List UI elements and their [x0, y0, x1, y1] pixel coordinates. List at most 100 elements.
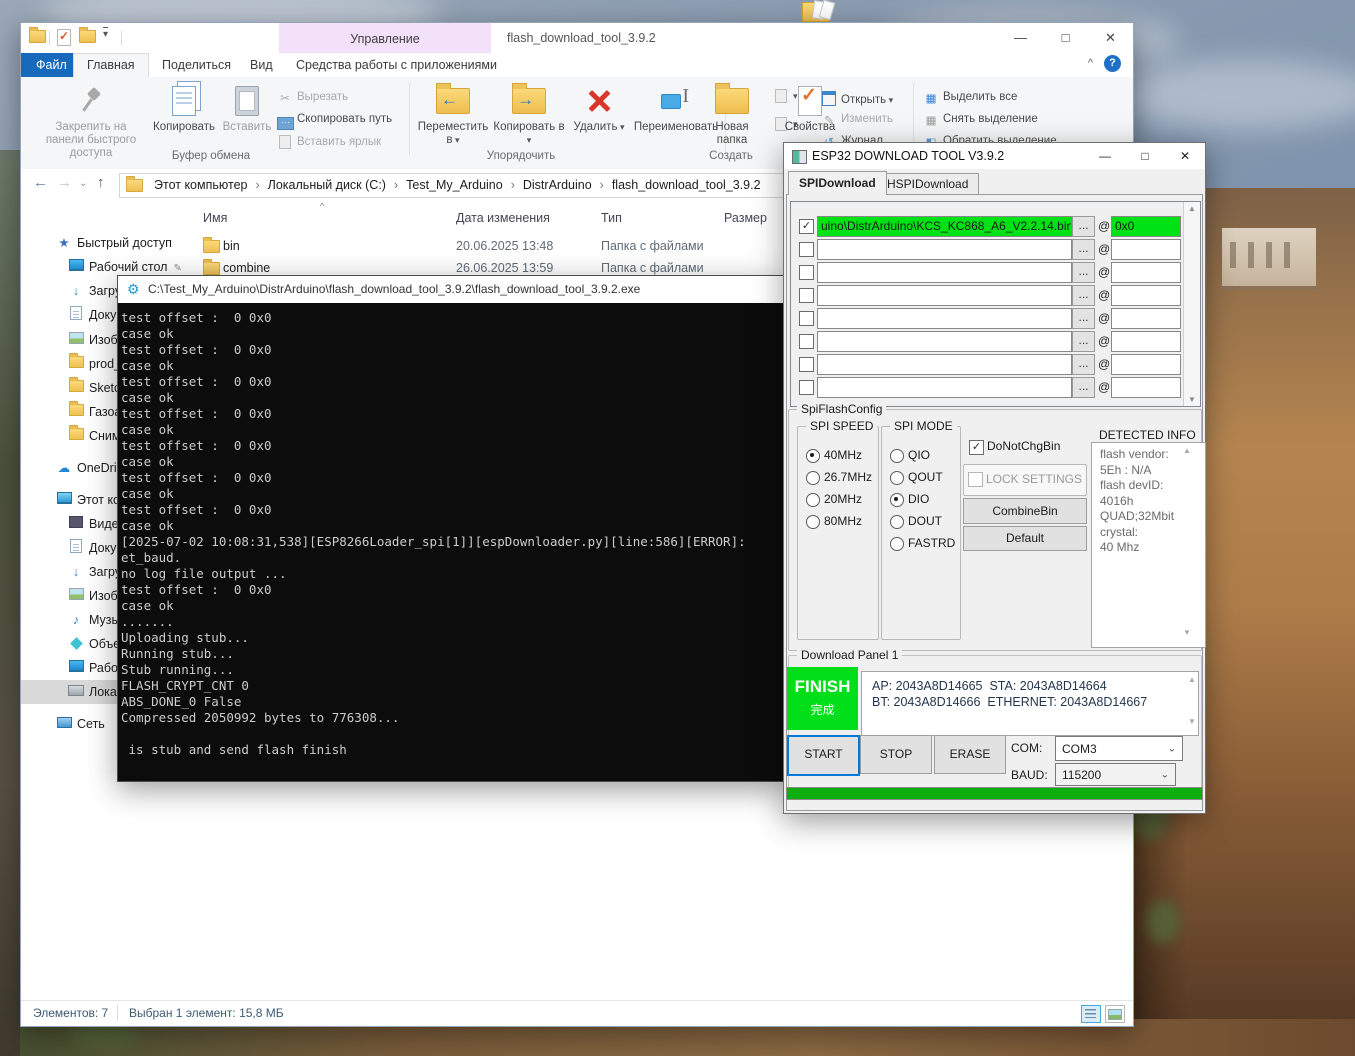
- firmware-path-input[interactable]: [817, 331, 1072, 352]
- browse-button[interactable]: ...: [1072, 262, 1095, 283]
- scroll-up-icon[interactable]: ▲: [1184, 204, 1200, 213]
- offset-input[interactable]: [1111, 308, 1181, 329]
- tab-spidownload[interactable]: SPIDownload: [788, 171, 887, 195]
- scroll-up-icon[interactable]: ▲: [1183, 446, 1191, 455]
- donotchgbin-checkbox[interactable]: ✓: [969, 440, 984, 455]
- radio-dio[interactable]: [890, 493, 904, 507]
- row-checkbox[interactable]: [799, 265, 814, 280]
- browse-button[interactable]: ...: [1072, 285, 1095, 306]
- qat-customize-icon[interactable]: ▾: [103, 27, 108, 42]
- select-none-button[interactable]: ▦Снять выделение: [923, 113, 1038, 127]
- ribbon-collapse-icon[interactable]: ^: [1088, 57, 1093, 69]
- forward-button[interactable]: →: [57, 174, 72, 191]
- firmware-path-input[interactable]: [817, 308, 1072, 329]
- desktop-folder-icon[interactable]: [802, 2, 830, 22]
- com-port-select[interactable]: COM3⌄: [1055, 736, 1183, 761]
- console-output[interactable]: test offset : 0 0x0 case ok test offset …: [118, 303, 786, 781]
- breadcrumb-distrarduino[interactable]: DistrArduino: [519, 178, 608, 192]
- radio-20mhz[interactable]: [806, 493, 820, 507]
- start-button[interactable]: START: [787, 735, 860, 776]
- properties-quick-icon[interactable]: ✓: [57, 29, 71, 49]
- maximize-button[interactable]: □: [1125, 143, 1165, 169]
- select-all-button[interactable]: ▦Выделить все: [923, 91, 1017, 105]
- breadcrumb-local-disk[interactable]: Локальный диск (C:): [264, 178, 402, 192]
- mac-address-box[interactable]: AP: 2043A8D14665 STA: 2043A8D14664 BT: 2…: [861, 671, 1199, 736]
- paste-button[interactable]: Вставить: [219, 83, 275, 134]
- offset-input[interactable]: 0x0: [1111, 216, 1181, 237]
- radio-dout[interactable]: [890, 515, 904, 529]
- browse-button[interactable]: ...: [1072, 239, 1095, 260]
- row-checkbox[interactable]: [799, 357, 814, 372]
- radio-40mhz[interactable]: [806, 449, 820, 463]
- firmware-path-input[interactable]: uino\DistrArduino\KCS_KC868_A6_V2.2.14.b…: [817, 216, 1072, 237]
- scroll-down-icon[interactable]: ▼: [1188, 717, 1196, 726]
- paste-shortcut-button[interactable]: Вставить ярлык: [277, 135, 381, 150]
- minimize-button[interactable]: —: [998, 23, 1043, 53]
- column-header-size[interactable]: Размер: [724, 211, 767, 225]
- close-button[interactable]: ✕: [1165, 143, 1205, 169]
- radio-qout[interactable]: [890, 471, 904, 485]
- stop-button[interactable]: STOP: [860, 735, 932, 774]
- new-folder-quick-icon[interactable]: [79, 30, 96, 46]
- column-header-date[interactable]: Дата изменения: [456, 211, 550, 225]
- esp32-titlebar[interactable]: ESP32 DOWNLOAD TOOL V3.9.2 — □ ✕: [784, 143, 1205, 169]
- offset-input[interactable]: [1111, 354, 1181, 375]
- details-view-button[interactable]: [1081, 1005, 1101, 1023]
- default-button[interactable]: Default: [963, 526, 1087, 551]
- tab-view[interactable]: Вид: [237, 53, 286, 77]
- scroll-up-icon[interactable]: ▲: [1188, 675, 1196, 684]
- cut-button[interactable]: ✂Вырезать: [277, 91, 348, 105]
- scroll-down-icon[interactable]: ▼: [1184, 395, 1200, 404]
- browse-button[interactable]: ...: [1072, 377, 1095, 398]
- back-button[interactable]: ←: [33, 174, 48, 191]
- thumbnail-view-button[interactable]: [1105, 1005, 1125, 1023]
- browse-button[interactable]: ...: [1072, 354, 1095, 375]
- combinebin-button[interactable]: CombineBin: [963, 498, 1087, 524]
- breadcrumb-this-pc[interactable]: Этот компьютер: [150, 178, 264, 192]
- offset-input[interactable]: [1111, 285, 1181, 306]
- firmware-path-input[interactable]: [817, 354, 1072, 375]
- radio-qio[interactable]: [890, 449, 904, 463]
- column-header-name[interactable]: Имя: [203, 211, 227, 225]
- firmware-path-input[interactable]: [817, 262, 1072, 283]
- recent-locations-icon[interactable]: ⌄: [79, 178, 87, 189]
- lock-settings-checkbox[interactable]: [968, 472, 983, 487]
- browse-button[interactable]: ...: [1072, 308, 1095, 329]
- detected-info-box[interactable]: flash vendor: 5Eh : N/A flash devID: 401…: [1091, 442, 1206, 648]
- tab-app-tools[interactable]: Средства работы с приложениями: [283, 53, 510, 77]
- offset-input[interactable]: [1111, 262, 1181, 283]
- move-to-button[interactable]: ← Переместить в: [415, 83, 491, 147]
- offset-input[interactable]: [1111, 377, 1181, 398]
- browse-button[interactable]: ...: [1072, 331, 1095, 352]
- radio-fastrd[interactable]: [890, 537, 904, 551]
- offset-input[interactable]: [1111, 239, 1181, 260]
- firmware-path-input[interactable]: [817, 239, 1072, 260]
- help-icon[interactable]: ?: [1104, 55, 1121, 72]
- row-checkbox[interactable]: [799, 242, 814, 257]
- column-header-type[interactable]: Тип: [601, 211, 622, 225]
- console-titlebar[interactable]: ⚙ C:\Test_My_Arduino\DistrArduino\flash_…: [118, 276, 786, 303]
- row-checkbox[interactable]: ✓: [799, 219, 814, 234]
- firmware-path-input[interactable]: [817, 285, 1072, 306]
- tab-hspidownload[interactable]: HSPIDownload: [876, 173, 979, 194]
- maximize-button[interactable]: □: [1043, 23, 1088, 53]
- minimize-button[interactable]: —: [1085, 143, 1125, 169]
- erase-button[interactable]: ERASE: [934, 735, 1006, 774]
- row-checkbox[interactable]: [799, 380, 814, 395]
- pin-to-quick-access-button[interactable]: Закрепить на панели быстрого доступа: [35, 83, 147, 160]
- open-button[interactable]: Открыть: [821, 91, 893, 108]
- close-button[interactable]: ✕: [1088, 23, 1133, 53]
- address-bar[interactable]: Этот компьютерЛокальный диск (C:)Test_My…: [119, 173, 789, 198]
- breadcrumb-flash-tool[interactable]: flash_download_tool_3.9.2: [608, 178, 773, 192]
- tab-share[interactable]: Поделиться: [149, 53, 244, 77]
- baud-rate-select[interactable]: 115200⌄: [1055, 763, 1176, 786]
- manage-ribbon-tab[interactable]: Управление: [279, 23, 491, 53]
- offset-input[interactable]: [1111, 331, 1181, 352]
- browse-button[interactable]: ...: [1072, 216, 1095, 237]
- scroll-down-icon[interactable]: ▼: [1183, 628, 1191, 637]
- copy-button[interactable]: Копировать: [151, 83, 217, 134]
- up-button[interactable]: ↑: [97, 174, 105, 191]
- radio-80mhz[interactable]: [806, 515, 820, 529]
- copy-to-button[interactable]: → Копировать в: [491, 83, 567, 147]
- row-checkbox[interactable]: [799, 288, 814, 303]
